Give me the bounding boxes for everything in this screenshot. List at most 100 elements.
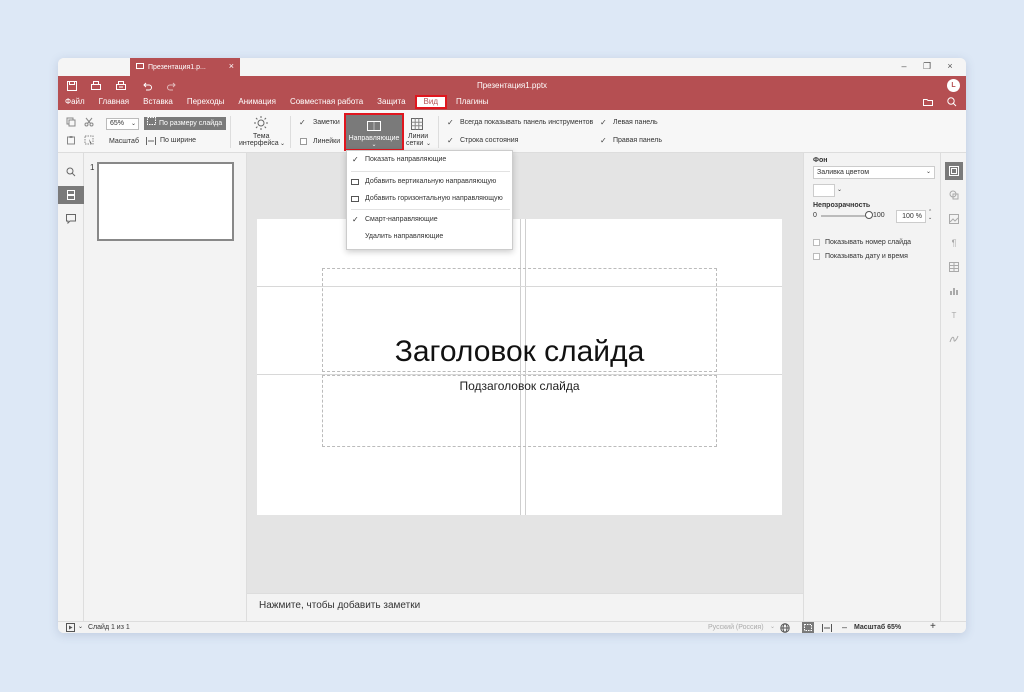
chevron-down-icon[interactable]: ⌄ <box>78 623 83 630</box>
background-label: Фон <box>813 157 828 164</box>
add-vertical-guide-label: Добавить вертикальную направляющую <box>365 178 497 185</box>
paragraph-settings-icon[interactable]: ¶ <box>945 234 963 252</box>
rulers-label[interactable]: Линейки <box>313 138 340 145</box>
minimize-icon[interactable]: – <box>898 61 910 71</box>
toolbar-check-icon[interactable]: ✓ <box>447 118 454 127</box>
show-slide-number-label[interactable]: Показывать номер слайда <box>825 239 911 246</box>
slides-panel-icon[interactable] <box>58 186 84 204</box>
slide-subtitle[interactable]: Подзаголовок слайда <box>257 379 782 393</box>
left-panel-label[interactable]: Левая панель <box>613 119 658 126</box>
signature-settings-icon[interactable] <box>945 330 963 348</box>
theme-label-line2[interactable]: интерфейса <box>239 140 279 147</box>
shape-settings-icon[interactable] <box>945 186 963 204</box>
opacity-slider-track[interactable] <box>821 215 869 217</box>
smart-guides-item[interactable]: ✓ Смарт-направляющие <box>347 213 514 227</box>
chevron-down-icon[interactable]: ⌄ <box>770 623 775 630</box>
open-location-icon[interactable] <box>922 96 934 108</box>
check-icon: ✓ <box>352 215 359 224</box>
theme-label-line1[interactable]: Тема <box>253 133 269 140</box>
menu-insert[interactable]: Вставка <box>136 95 180 109</box>
slide-settings-icon[interactable] <box>945 162 963 180</box>
status-bar-label[interactable]: Строка состояния <box>460 137 518 144</box>
menu-collaboration[interactable]: Совместная работа <box>283 95 370 109</box>
close-tab-icon[interactable]: × <box>229 62 234 71</box>
remove-guides-item[interactable]: Удалить направляющие <box>347 230 514 244</box>
title-bar: Презентация1.pptx L Файл Главная Вставка… <box>58 76 966 110</box>
restore-icon[interactable]: ❐ <box>921 61 933 72</box>
chevron-down-icon[interactable]: ⌄ <box>837 186 842 193</box>
fit-slide-button[interactable]: По размеру слайда <box>144 117 226 130</box>
add-vertical-guide-item[interactable]: Добавить вертикальную направляющую <box>347 175 514 189</box>
paste-icon[interactable] <box>66 135 76 147</box>
document-tab[interactable]: Презентация1.p... × <box>130 58 240 76</box>
fit-width-icon[interactable] <box>822 624 832 633</box>
fit-slide-icon[interactable] <box>802 622 814 633</box>
add-horizontal-guide-label: Добавить горизонтальную направляющую <box>365 195 503 202</box>
table-settings-icon[interactable] <box>945 258 963 276</box>
gridlines-label-line1[interactable]: Линии <box>408 133 428 140</box>
notes-check-icon[interactable]: ✓ <box>299 118 306 127</box>
fit-width-label[interactable]: По ширине <box>160 137 196 144</box>
menu-view[interactable]: Вид <box>414 95 447 109</box>
statusbar-check-icon[interactable]: ✓ <box>447 136 454 145</box>
sun-icon[interactable] <box>254 116 268 132</box>
opacity-min: 0 <box>813 212 817 219</box>
opacity-max: 100 <box>873 212 885 219</box>
show-slide-number-checkbox[interactable] <box>813 239 820 246</box>
comments-icon[interactable] <box>58 210 84 228</box>
zoom-in-icon[interactable]: + <box>930 621 936 632</box>
slide-thumbnails-panel: 1 <box>84 153 247 621</box>
right-panel-check-icon[interactable]: ✓ <box>600 136 607 145</box>
search-icon[interactable] <box>946 96 958 108</box>
text-art-settings-icon[interactable]: T <box>945 306 963 324</box>
show-guides-label: Показать направляющие <box>365 156 447 163</box>
left-panel-check-icon[interactable]: ✓ <box>600 118 607 127</box>
zoom-label: Масштаб <box>109 138 139 145</box>
add-horizontal-guide-item[interactable]: Добавить горизонтальную направляющую <box>347 192 514 206</box>
cut-icon[interactable] <box>84 117 94 129</box>
notes-label[interactable]: Заметки <box>313 119 340 126</box>
opacity-slider-handle[interactable] <box>865 211 873 219</box>
slide-title[interactable]: Заголовок слайда <box>257 335 782 369</box>
menu-bar: Файл Главная Вставка Переходы Анимация С… <box>58 95 495 109</box>
search-icon[interactable] <box>58 163 84 181</box>
menu-protection[interactable]: Защита <box>370 95 412 109</box>
play-icon[interactable] <box>66 623 76 633</box>
guides-button[interactable]: Направляющие ⌄ <box>344 113 404 151</box>
show-date-time-label[interactable]: Показывать дату и время <box>825 253 908 260</box>
color-picker[interactable] <box>813 184 835 197</box>
menu-plugins[interactable]: Плагины <box>449 95 495 109</box>
fill-select[interactable]: Заливка цветом ⌄ <box>813 166 935 179</box>
menu-animation[interactable]: Анимация <box>231 95 283 109</box>
menu-file[interactable]: Файл <box>58 95 92 109</box>
image-settings-icon[interactable] <box>945 210 963 228</box>
fit-width-icon[interactable] <box>146 137 156 147</box>
check-icon: ✓ <box>352 155 359 164</box>
copy-icon[interactable] <box>66 117 76 129</box>
right-panel-label[interactable]: Правая панель <box>613 137 662 144</box>
user-avatar[interactable]: L <box>947 79 960 92</box>
menu-transitions[interactable]: Переходы <box>180 95 232 109</box>
opacity-stepper-icon[interactable]: ⌃ ⌄ <box>928 209 932 221</box>
zoom-out-icon[interactable]: – <box>842 622 847 632</box>
gridlines-label-line2[interactable]: сетки <box>406 140 423 147</box>
grid-icon[interactable] <box>411 118 423 132</box>
opacity-input[interactable]: 100 % <box>896 210 926 223</box>
globe-icon[interactable] <box>780 623 790 633</box>
notes-area[interactable]: Нажмите, чтобы добавить заметки <box>247 593 803 621</box>
chart-settings-icon[interactable] <box>945 282 963 300</box>
horizontal-guide-icon <box>351 196 359 202</box>
show-date-time-checkbox[interactable] <box>813 253 820 260</box>
slide-thumbnail[interactable] <box>97 162 234 241</box>
guides-label: Направляющие <box>348 135 400 142</box>
close-window-icon[interactable]: × <box>944 61 956 71</box>
slide[interactable]: Заголовок слайда Подзаголовок слайда <box>257 219 782 515</box>
rulers-checkbox[interactable] <box>300 138 307 145</box>
menu-home[interactable]: Главная <box>92 95 136 109</box>
language-indicator[interactable]: Русский (Россия) <box>708 624 764 631</box>
select-all-icon[interactable] <box>84 135 94 147</box>
slide-canvas: Заголовок слайда Подзаголовок слайда <box>247 153 803 593</box>
zoom-select[interactable]: 65% ⌄ <box>106 118 139 130</box>
always-show-toolbar-label[interactable]: Всегда показывать панель инструментов <box>460 119 593 126</box>
show-guides-item[interactable]: ✓ Показать направляющие <box>347 153 514 167</box>
